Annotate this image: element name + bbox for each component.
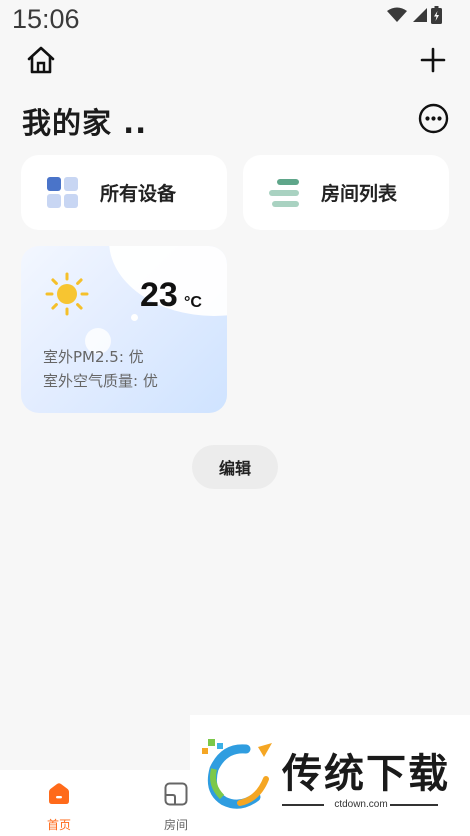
- status-time: 15:06: [12, 4, 80, 34]
- wifi-icon: [387, 7, 407, 22]
- watermark-subtitle: ctdown.com: [334, 799, 388, 810]
- signal-icon: [413, 8, 427, 22]
- home-tab-icon: [49, 783, 69, 804]
- devices-grid-icon: [47, 177, 78, 208]
- watermark: 传统下载 ctdown.com: [190, 715, 470, 836]
- rooms-tab-icon: [164, 782, 188, 806]
- tab-home[interactable]: 首页: [19, 770, 99, 836]
- weather-card[interactable]: 23 °C 室外PM2.5: 优 室外空气质量: 优: [21, 246, 227, 413]
- add-icon[interactable]: [420, 47, 446, 73]
- room-list-label: 房间列表: [321, 183, 398, 205]
- tab-home-label: 首页: [46, 818, 71, 832]
- page-title: 我的家 ..: [22, 106, 148, 140]
- pm25-text: 室外PM2.5: 优: [43, 348, 144, 366]
- sun-icon: [45, 272, 89, 316]
- edit-button[interactable]: 编辑: [192, 445, 278, 489]
- temperature-unit: °C: [184, 294, 202, 311]
- watermark-title: 传统下载: [282, 751, 450, 797]
- room-list-icon: [269, 178, 299, 207]
- all-devices-card[interactable]: 所有设备: [21, 155, 227, 230]
- more-options-icon[interactable]: [418, 103, 449, 134]
- battery-icon: [431, 6, 442, 24]
- status-icons: [387, 6, 442, 24]
- status-bar: 15:06: [0, 0, 470, 40]
- watermark-logo-icon: [202, 739, 272, 809]
- room-list-card[interactable]: 房间列表: [243, 155, 449, 230]
- temperature-value: 23: [140, 276, 178, 314]
- all-devices-label: 所有设备: [100, 183, 177, 205]
- home-icon[interactable]: [26, 46, 56, 74]
- air-quality-text: 室外空气质量: 优: [43, 372, 158, 390]
- weather-decoration: [131, 314, 138, 321]
